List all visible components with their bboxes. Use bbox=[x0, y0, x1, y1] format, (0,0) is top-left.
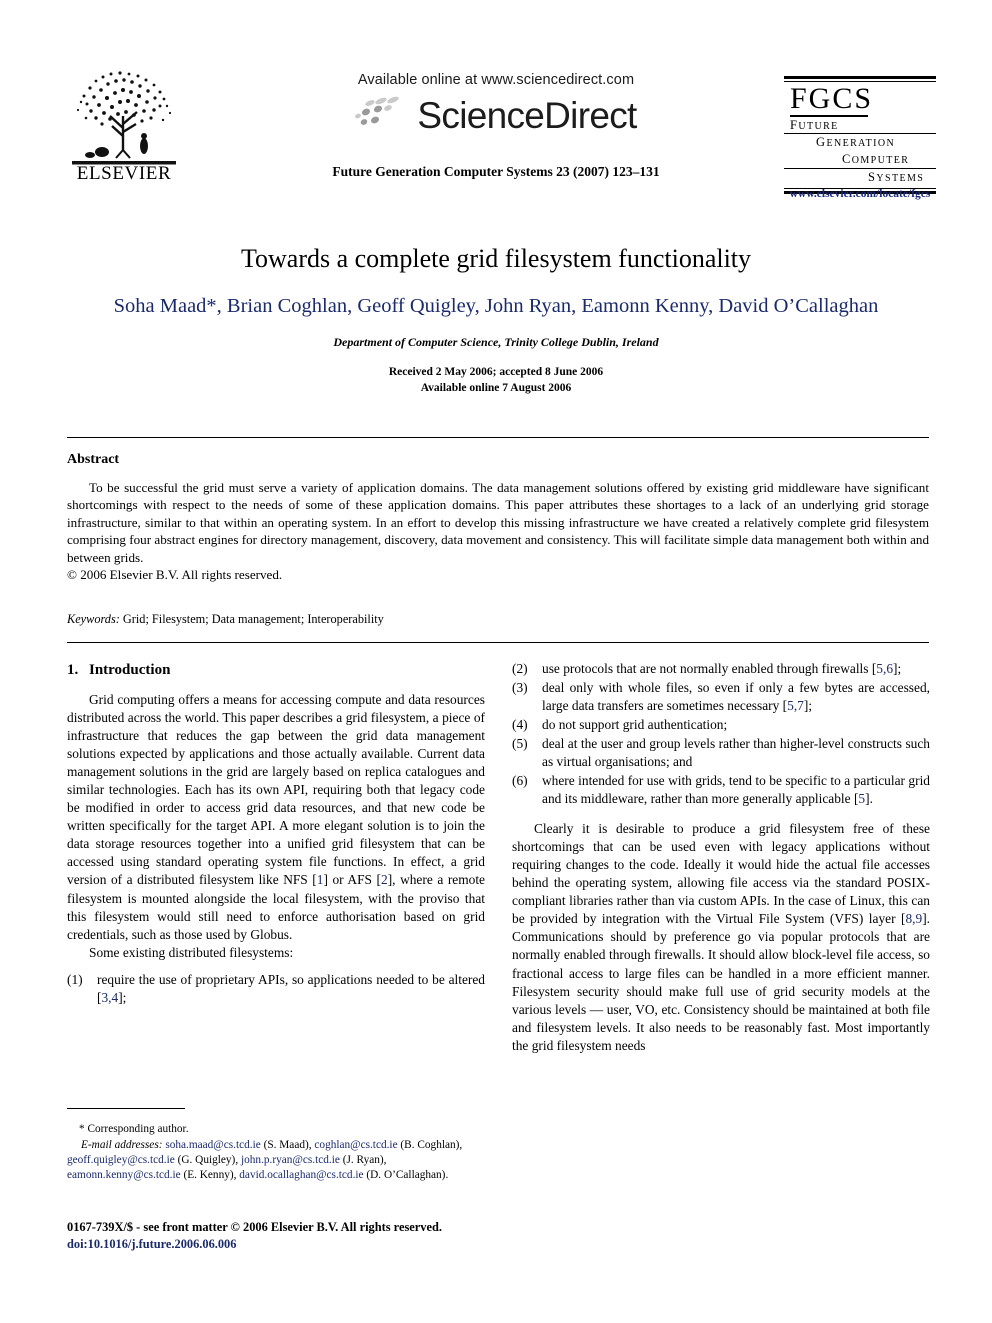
divider-above-abstract bbox=[67, 437, 929, 438]
sciencedirect-wordmark: ScienceDirect bbox=[417, 95, 637, 136]
email-link[interactable]: john.p.ryan@cs.tcd.ie bbox=[241, 1154, 340, 1166]
elsevier-wordmark: ELSEVIER bbox=[76, 163, 172, 184]
fgcs-logo: FGCS FUTURE GENERATION COMPUTER SYSTEMS bbox=[784, 76, 936, 194]
list-item: (5) deal at the user and group levels ra… bbox=[512, 735, 930, 771]
list-item-text: require the use of proprietary APIs, so … bbox=[97, 971, 485, 1005]
citation-ref[interactable]: 8,9 bbox=[905, 911, 922, 926]
list-item-text: use protocols that are not normally enab… bbox=[542, 661, 902, 676]
paragraph-text-a: Clearly it is desirable to produce a gri… bbox=[512, 821, 930, 927]
footnote-divider bbox=[67, 1108, 185, 1109]
fgcs-line-future: FUTURE bbox=[790, 117, 839, 132]
list-item: (6) where intended for use with grids, t… bbox=[512, 772, 930, 808]
email-addresses-label: E-mail addresses: bbox=[81, 1139, 163, 1152]
doi-link[interactable]: doi:10.1016/j.future.2006.06.006 bbox=[67, 1236, 567, 1253]
footnote-block: * Corresponding author. E-mail addresses… bbox=[67, 1122, 485, 1183]
page-footer: 0167-739X/$ - see front matter © 2006 El… bbox=[67, 1219, 567, 1254]
list-item: (3) deal only with whole files, so even … bbox=[512, 679, 930, 715]
corresponding-author-note: * Corresponding author. bbox=[67, 1122, 485, 1137]
list-item-marker: (2) bbox=[512, 661, 528, 676]
citation-ref[interactable]: 5,7 bbox=[787, 698, 804, 713]
paragraph-text-b: ]. Communications should by preference g… bbox=[512, 911, 930, 1053]
section-title: Introduction bbox=[89, 662, 171, 678]
right-column: (2) use protocols that are not normally … bbox=[512, 660, 930, 1055]
abstract-heading: Abstract bbox=[67, 452, 120, 467]
list-item: (4) do not support grid authentication; bbox=[512, 716, 930, 734]
publication-dates: Received 2 May 2006; accepted 8 June 200… bbox=[66, 364, 926, 397]
list-item-marker: (4) bbox=[512, 717, 528, 733]
paragraph-text-b: ] or AFS [ bbox=[323, 872, 382, 888]
paragraph-intro-1: Grid computing offers a means for access… bbox=[67, 691, 485, 943]
distributed-filesystems-list-right: (2) use protocols that are not normally … bbox=[512, 660, 930, 808]
corresponding-author-text: Corresponding author. bbox=[87, 1123, 189, 1135]
abstract-copyright: © 2006 Elsevier B.V. All rights reserved… bbox=[67, 567, 283, 583]
list-item-text: where intended for use with grids, tend … bbox=[542, 773, 930, 807]
citation-ref[interactable]: 3,4 bbox=[101, 990, 118, 1005]
paragraph-text-a: Grid computing offers a means for access… bbox=[67, 692, 485, 888]
list-item-text: do not support grid authentication; bbox=[542, 717, 728, 733]
email-owner: (D. O’Callaghan). bbox=[366, 1169, 449, 1182]
list-lead-in: Some existing distributed filesystems: bbox=[89, 944, 294, 960]
email-addresses-note: E-mail addresses: soha.maad@cs.tcd.ie (S… bbox=[67, 1138, 485, 1183]
section-number: 1. bbox=[67, 662, 79, 678]
email-link[interactable]: david.ocallaghan@cs.tcd.ie bbox=[239, 1169, 363, 1181]
affiliation: Department of Computer Science, Trinity … bbox=[333, 334, 659, 349]
author-list: Soha Maad*, Brian Coghlan, Geoff Quigley… bbox=[113, 295, 879, 318]
available-online-text: Available online at www.sciencedirect.co… bbox=[357, 72, 635, 88]
fgcs-rule-top-thick bbox=[784, 76, 936, 79]
list-item-text: deal only with whole files, so even if o… bbox=[542, 680, 930, 714]
list-item: (2) use protocols that are not normally … bbox=[512, 660, 930, 678]
front-matter-line: 0167-739X/$ - see front matter © 2006 El… bbox=[67, 1220, 442, 1234]
email-owner: (S. Maad), bbox=[263, 1139, 312, 1152]
fgcs-line-systems: SYSTEMS bbox=[868, 169, 925, 184]
fgcs-line-generation: GENERATION bbox=[816, 135, 896, 150]
list-item-marker: (6) bbox=[512, 773, 528, 789]
title-block: Towards a complete grid filesystem funct… bbox=[66, 243, 926, 397]
email-owner: (J. Ryan), bbox=[342, 1154, 387, 1167]
distributed-filesystems-list-left: (1) require the use of proprietary APIs,… bbox=[67, 971, 485, 1007]
paragraph-intro-2: Clearly it is desirable to produce a gri… bbox=[512, 820, 930, 1054]
page-title: Towards a complete grid filesystem funct… bbox=[240, 244, 752, 273]
journal-reference: Future Generation Computer Systems 23 (2… bbox=[332, 164, 660, 179]
keywords-value: Grid; Filesystem; Data management; Inter… bbox=[122, 612, 384, 626]
list-item-marker: (1) bbox=[67, 971, 83, 987]
sciencedirect-block: Available online at www.sciencedirect.co… bbox=[246, 72, 746, 135]
available-online-date: Available online 7 August 2006 bbox=[420, 382, 572, 395]
paper-page: ELSEVIER Available online at www.science… bbox=[0, 0, 992, 1323]
received-line: Received 2 May 2006; accepted 8 June 200… bbox=[388, 365, 604, 378]
keywords-line: Keywords: Grid; Filesystem; Data managem… bbox=[67, 612, 929, 627]
fgcs-line-computer: COMPUTER bbox=[842, 152, 910, 167]
sciencedirect-dots-icon bbox=[355, 96, 413, 135]
list-item-marker: (5) bbox=[512, 736, 528, 752]
email-link[interactable]: eamonn.kenny@cs.tcd.ie bbox=[67, 1169, 181, 1181]
fgcs-acronym: FGCS bbox=[790, 82, 874, 115]
footnote-asterisk: * bbox=[79, 1123, 85, 1135]
journal-url-link[interactable]: www.elsevier.com/locate/fgcs bbox=[770, 188, 950, 200]
email-link[interactable]: soha.maad@cs.tcd.ie bbox=[165, 1139, 260, 1151]
sciencedirect-logo-row: ScienceDirect bbox=[246, 96, 746, 135]
list-item: (1) require the use of proprietary APIs,… bbox=[67, 971, 485, 1007]
email-owner: (B. Coghlan), bbox=[400, 1139, 463, 1152]
email-owner: (G. Quigley), bbox=[177, 1154, 239, 1167]
divider-below-keywords bbox=[67, 642, 929, 643]
masthead: ELSEVIER Available online at www.science… bbox=[0, 0, 992, 210]
keywords-label: Keywords: bbox=[67, 612, 120, 626]
abstract-body: To be successful the grid must serve a v… bbox=[67, 480, 929, 565]
email-link[interactable]: coghlan@cs.tcd.ie bbox=[314, 1139, 397, 1151]
citation-ref[interactable]: 2 bbox=[381, 872, 388, 887]
list-item-text: deal at the user and group levels rather… bbox=[542, 736, 930, 770]
email-owner: (E. Kenny), bbox=[183, 1169, 237, 1182]
citation-ref[interactable]: 5,6 bbox=[876, 661, 893, 676]
abstract-block: Abstract To be successful the grid must … bbox=[67, 452, 929, 583]
section-heading-introduction: 1. Introduction bbox=[67, 660, 485, 680]
list-item-marker: (3) bbox=[512, 680, 528, 696]
fgcs-expansion: FUTURE GENERATION COMPUTER SYSTEMS bbox=[784, 117, 936, 186]
email-link[interactable]: geoff.quigley@cs.tcd.ie bbox=[67, 1154, 175, 1166]
left-column: 1. Introduction Grid computing offers a m… bbox=[67, 660, 485, 1008]
